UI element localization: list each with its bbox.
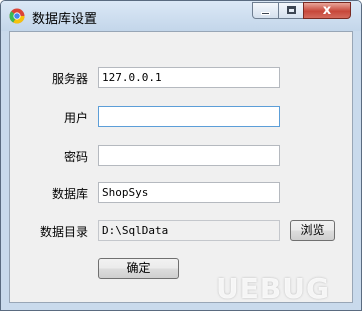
user-input[interactable] — [98, 106, 280, 127]
window-title: 数据库设置 — [32, 12, 98, 27]
server-input[interactable] — [98, 67, 280, 88]
data-directory-input[interactable] — [98, 220, 280, 241]
maximize-button[interactable] — [278, 2, 304, 19]
database-input[interactable] — [98, 182, 280, 203]
user-label: 用户 — [63, 111, 88, 125]
server-label: 服务器 — [51, 72, 88, 86]
title-bar[interactable]: 数据库设置 x — [1, 1, 361, 31]
watermark: UEBUG — [216, 272, 330, 305]
database-settings-window: 数据库设置 x 服务器 用户 密码 数据库 数据目录 浏览 确定 UEBUG — [0, 0, 362, 311]
close-button[interactable]: x — [303, 2, 351, 19]
password-input[interactable] — [98, 145, 280, 166]
database-label: 数据库 — [51, 187, 88, 201]
close-icon: x — [322, 3, 332, 18]
ok-button[interactable]: 确定 — [98, 258, 179, 279]
minimize-button[interactable] — [252, 2, 279, 19]
password-label: 密码 — [63, 150, 88, 164]
data-directory-label: 数据目录 — [39, 225, 88, 239]
browse-button[interactable]: 浏览 — [290, 220, 335, 241]
chrome-logo-icon — [9, 8, 25, 24]
settings-form: 服务器 用户 密码 数据库 数据目录 浏览 确定 UEBUG — [9, 31, 353, 305]
